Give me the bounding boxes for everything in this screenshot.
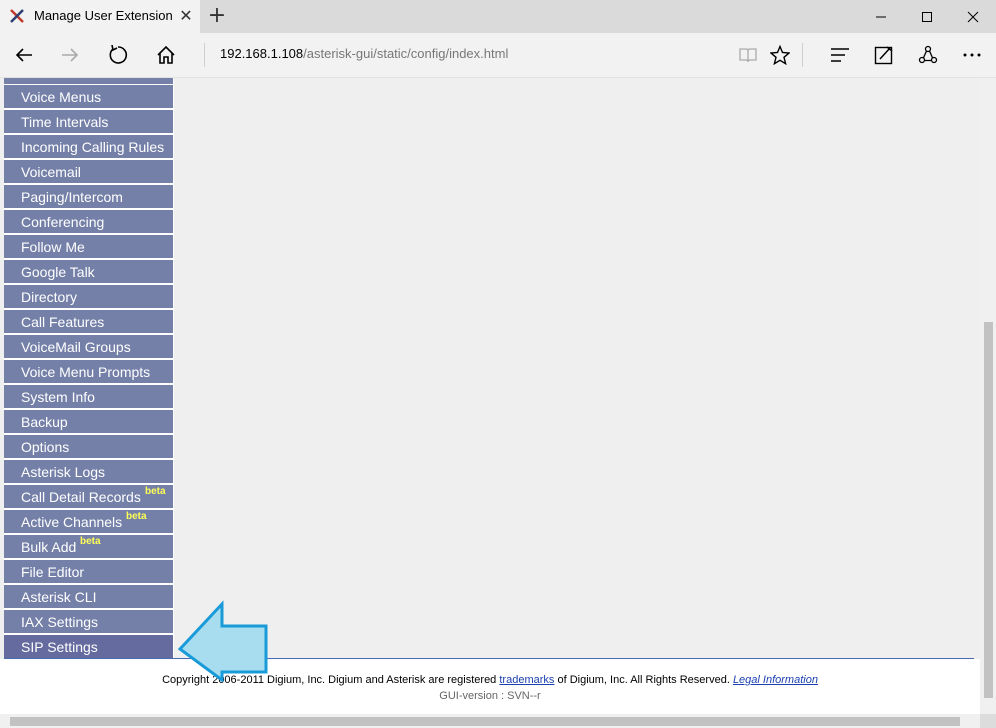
address-host: 192.168.1.108 — [220, 46, 304, 61]
sidebar-item-label: Paging/Intercom — [21, 189, 123, 205]
vertical-scrollbar-thumb[interactable] — [984, 322, 993, 698]
sidebar-menu: Voice Menus Time Intervals Incoming Callin… — [4, 78, 174, 660]
sidebar-item-label: Conferencing — [21, 214, 105, 230]
address-bar[interactable]: 192.168.1.108/asterisk-gui/static/config… — [220, 46, 508, 61]
sidebar-item-label: Voice Menus — [21, 89, 102, 105]
forward-icon[interactable] — [56, 41, 84, 69]
sidebar-item-incoming-calling-rules[interactable]: Incoming Calling Rules — [4, 135, 173, 160]
sidebar-item-label: Directory — [21, 289, 78, 305]
sidebar-item-label: Backup — [21, 414, 68, 430]
page-content: Voice Menus Time Intervals Incoming Callin… — [0, 78, 980, 714]
sidebar-item-label: File Editor — [21, 564, 85, 580]
tab-close-icon[interactable]: ✕ — [176, 6, 196, 26]
sidebar-item-label: SIP Settings — [21, 639, 98, 655]
sidebar-item-options[interactable]: Options — [4, 435, 173, 460]
new-tab-icon[interactable]: + — [206, 5, 228, 27]
sidebar-item-asterisk-cli[interactable]: Asterisk CLI — [4, 585, 173, 610]
sidebar-item-voicemail-groups[interactable]: VoiceMail Groups — [4, 335, 173, 360]
sidebar-item-voicemail[interactable]: Voicemail — [4, 160, 173, 185]
navigation-bar: 192.168.1.108/asterisk-gui/static/config… — [0, 33, 996, 78]
sidebar-item-label: Voice Menu Prompts — [21, 364, 151, 380]
sidebar-item-label: Time Intervals — [21, 114, 109, 130]
gui-version: GUI-version : SVN--r — [439, 690, 541, 702]
minimize-icon[interactable] — [858, 0, 904, 33]
sidebar-item-label: Call Detail Records — [21, 489, 141, 505]
sidebar-item-voice-menus[interactable]: Voice Menus — [4, 85, 173, 110]
sidebar-item-label: Follow Me — [21, 239, 85, 255]
footer: Copyright 2006-2011 Digium, Inc. Digium … — [0, 659, 980, 714]
web-note-icon[interactable] — [870, 41, 898, 69]
sidebar-item-label: System Info — [21, 389, 95, 405]
tab-title: Manage User Extension — [34, 8, 173, 23]
window-close-icon[interactable] — [950, 0, 996, 33]
sidebar-item-label: Call Features — [21, 314, 105, 330]
sidebar-item-call-features[interactable]: Call Features — [4, 310, 173, 335]
copyright-text-2: of Digium, Inc. All Rights Reserved. — [557, 674, 730, 686]
horizontal-scrollbar[interactable] — [0, 714, 996, 728]
tab-bar: Manage User Extension ✕ + — [0, 0, 996, 33]
sidebar-item-follow-me[interactable]: Follow Me — [4, 235, 173, 260]
sidebar-item-label: Active Channels — [21, 514, 123, 530]
beta-badge: beta — [126, 511, 147, 522]
sidebar-item-label: Asterisk CLI — [21, 589, 97, 605]
favorite-star-icon[interactable] — [766, 41, 794, 69]
sidebar-item-google-talk[interactable]: Google Talk — [4, 260, 173, 285]
sidebar-item-label: Options — [21, 439, 70, 455]
trademarks-link[interactable]: trademarks — [499, 674, 554, 686]
sidebar-item-backup[interactable]: Backup — [4, 410, 173, 435]
sidebar-item-label: Google Talk — [21, 264, 95, 280]
sidebar-item-partial — [4, 78, 173, 84]
sidebar-item-label: Asterisk Logs — [21, 464, 106, 480]
address-path: /asterisk-gui/static/config/index.html — [303, 46, 509, 61]
beta-badge: beta — [145, 486, 166, 497]
sidebar-item-bulk-add[interactable]: Bulk Add beta — [4, 535, 173, 560]
sidebar-item-conferencing[interactable]: Conferencing — [4, 210, 173, 235]
more-icon[interactable] — [958, 41, 986, 69]
footer-copyright: Copyright 2006-2011 Digium, Inc. Digium … — [0, 674, 980, 686]
refresh-icon[interactable] — [104, 41, 132, 69]
horizontal-scrollbar-thumb[interactable] — [10, 717, 960, 726]
sidebar-item-label: VoiceMail Groups — [21, 339, 131, 355]
sidebar-item-voice-menu-prompts[interactable]: Voice Menu Prompts — [4, 360, 173, 385]
sidebar-item-iax-settings[interactable]: IAX Settings — [4, 610, 173, 635]
sidebar-item-label: Incoming Calling Rules — [21, 139, 165, 155]
reading-view-icon[interactable] — [734, 41, 762, 69]
divider — [802, 43, 803, 67]
sidebar-item-label: Voicemail — [21, 164, 81, 180]
divider — [204, 43, 205, 67]
browser-tab[interactable]: Manage User Extension ✕ — [0, 0, 200, 33]
sidebar-item-directory[interactable]: Directory — [4, 285, 173, 310]
sidebar-item-system-info[interactable]: System Info — [4, 385, 173, 410]
beta-badge: beta — [80, 536, 101, 547]
hub-icon[interactable] — [826, 41, 854, 69]
sidebar-item-label: IAX Settings — [21, 614, 99, 630]
maximize-icon[interactable] — [904, 0, 950, 33]
sidebar-item-paging-intercom[interactable]: Paging/Intercom — [4, 185, 173, 210]
sidebar-item-call-detail-records[interactable]: Call Detail Records beta — [4, 485, 173, 510]
pointer-arrow-annotation — [178, 600, 268, 682]
sidebar-item-file-editor[interactable]: File Editor — [4, 560, 173, 585]
vertical-scrollbar[interactable] — [980, 78, 996, 714]
sidebar-item-sip-settings[interactable]: SIP Settings — [4, 635, 173, 660]
asterisk-favicon-icon — [10, 9, 24, 23]
sidebar-item-label: Bulk Add — [21, 539, 77, 555]
sidebar-item-time-intervals[interactable]: Time Intervals — [4, 110, 173, 135]
share-icon[interactable] — [914, 41, 942, 69]
legal-information-link[interactable]: Legal Information — [733, 674, 818, 686]
scrollbar-corner — [980, 714, 996, 728]
back-icon[interactable] — [10, 41, 38, 69]
home-icon[interactable] — [152, 41, 180, 69]
